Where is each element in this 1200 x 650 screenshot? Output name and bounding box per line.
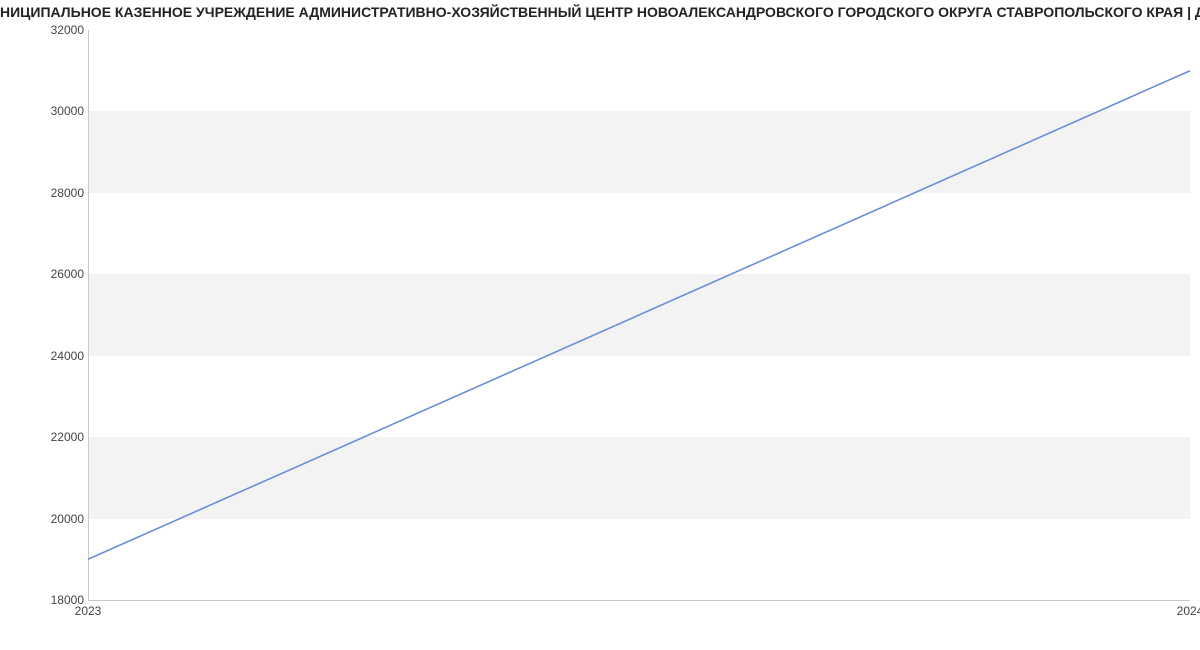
- line-chart: НИЦИПАЛЬНОЕ КАЗЕННОЕ УЧРЕЖДЕНИЕ АДМИНИСТ…: [0, 0, 1200, 650]
- y-tick-label: 24000: [14, 349, 84, 363]
- x-axis: [88, 600, 1190, 601]
- y-tick-label: 18000: [14, 593, 84, 607]
- x-tick-label: 2024: [1177, 604, 1200, 618]
- data-line: [88, 30, 1190, 600]
- y-tick-label: 32000: [14, 23, 84, 37]
- x-tick-label: 2023: [75, 604, 102, 618]
- chart-title: НИЦИПАЛЬНОЕ КАЗЕННОЕ УЧРЕЖДЕНИЕ АДМИНИСТ…: [0, 4, 1200, 20]
- y-tick-label: 20000: [14, 512, 84, 526]
- plot-area: [88, 30, 1190, 600]
- y-tick-label: 28000: [14, 186, 84, 200]
- y-tick-label: 26000: [14, 267, 84, 281]
- y-tick-label: 30000: [14, 104, 84, 118]
- y-tick-label: 22000: [14, 430, 84, 444]
